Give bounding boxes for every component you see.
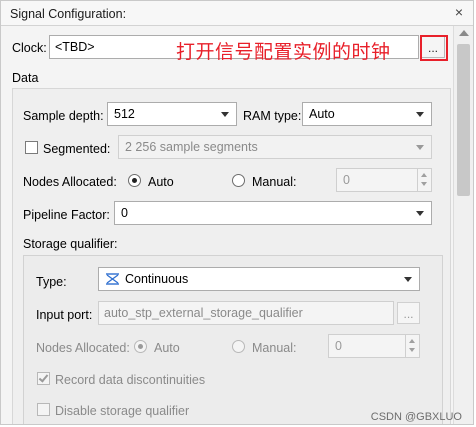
chevron-down-icon	[416, 145, 424, 150]
radio-selected-dot	[138, 344, 143, 349]
nodes-manual-label: Manual:	[252, 175, 297, 189]
storage-type-value: Continuous	[125, 272, 189, 286]
storage-nodes-auto-radio[interactable]	[134, 340, 147, 353]
record-discontinuities-checkbox[interactable]	[37, 372, 50, 385]
sample-depth-select[interactable]: 512	[107, 102, 237, 126]
scroll-up-icon[interactable]	[459, 30, 469, 36]
scroll-thumb[interactable]	[457, 44, 470, 196]
chevron-down-icon	[221, 112, 229, 117]
nodes-auto-label: Auto	[148, 175, 174, 189]
storage-qualifier-label: Storage qualifier:	[23, 237, 118, 251]
storage-nodes-manual-spinbox[interactable]: 0	[328, 334, 420, 358]
spin-down-icon	[421, 182, 427, 186]
storage-nodes-manual-radio[interactable]	[232, 340, 245, 353]
clock-value: <TBD>	[55, 40, 95, 54]
close-icon[interactable]: ×	[455, 4, 463, 20]
panel-title-bar: Signal Configuration: ×	[1, 1, 473, 26]
disable-qualifier-label: Disable storage qualifier	[55, 404, 190, 418]
nodes-auto-radio[interactable]	[128, 174, 141, 187]
record-discontinuities-label: Record data discontinuities	[55, 373, 206, 387]
radio-selected-dot	[132, 178, 137, 183]
storage-type-label: Type:	[36, 275, 67, 289]
spin-buttons[interactable]	[417, 169, 431, 191]
input-port-browse-button[interactable]: ...	[397, 302, 420, 324]
chevron-down-icon	[416, 211, 424, 216]
nodes-manual-spinbox[interactable]: 0	[336, 168, 432, 192]
sample-depth-label: Sample depth:	[23, 109, 104, 123]
vertical-scrollbar[interactable]	[453, 26, 473, 424]
ram-type-select[interactable]: Auto	[302, 102, 432, 126]
chevron-down-icon	[404, 277, 412, 282]
storage-nodes-auto-label: Auto	[154, 341, 180, 355]
storage-nodes-manual-label: Manual:	[252, 341, 297, 355]
segmented-value: 2 256 sample segments	[125, 140, 258, 154]
ram-type-value: Auto	[309, 107, 335, 121]
data-section-label: Data	[12, 71, 39, 85]
nodes-manual-radio[interactable]	[232, 174, 245, 187]
clock-browse-highlight	[420, 35, 448, 61]
sample-depth-value: 512	[114, 107, 135, 121]
nodes-allocated-label: Nodes Allocated:	[23, 175, 117, 189]
chevron-down-icon	[416, 112, 424, 117]
panel-content: Clock: <TBD> ... 打开信号配置实例的时钟 Data Sample…	[1, 26, 453, 424]
continuous-icon	[106, 273, 119, 285]
nodes-manual-value: 0	[343, 173, 350, 187]
spin-up-icon	[409, 339, 415, 343]
storage-type-select[interactable]: Continuous	[98, 267, 420, 291]
checkmark-icon	[38, 372, 49, 383]
pipeline-factor-label: Pipeline Factor:	[23, 208, 110, 222]
panel-title: Signal Configuration:	[10, 7, 127, 21]
segmented-select[interactable]: 2 256 sample segments	[118, 135, 432, 159]
storage-nodes-allocated-label: Nodes Allocated:	[36, 341, 130, 355]
disable-qualifier-checkbox[interactable]	[37, 403, 50, 416]
segmented-label: Segmented:	[43, 142, 111, 156]
watermark: CSDN @GBXLUO	[370, 411, 462, 423]
input-port-value: auto_stp_external_storage_qualifier	[104, 306, 303, 320]
ram-type-label: RAM type:	[243, 109, 302, 123]
spin-up-icon	[421, 173, 427, 177]
input-port-label: Input port:	[36, 308, 93, 322]
clock-label: Clock:	[12, 41, 47, 55]
pipeline-factor-select[interactable]: 0	[114, 201, 432, 225]
clock-annotation: 打开信号配置实例的时钟	[176, 41, 391, 63]
storage-nodes-manual-value: 0	[335, 339, 342, 353]
segmented-checkbox[interactable]	[25, 141, 38, 154]
pipeline-factor-value: 0	[121, 206, 128, 220]
spin-down-icon	[409, 348, 415, 352]
input-port-field[interactable]: auto_stp_external_storage_qualifier	[98, 301, 394, 325]
spin-buttons[interactable]	[405, 335, 419, 357]
